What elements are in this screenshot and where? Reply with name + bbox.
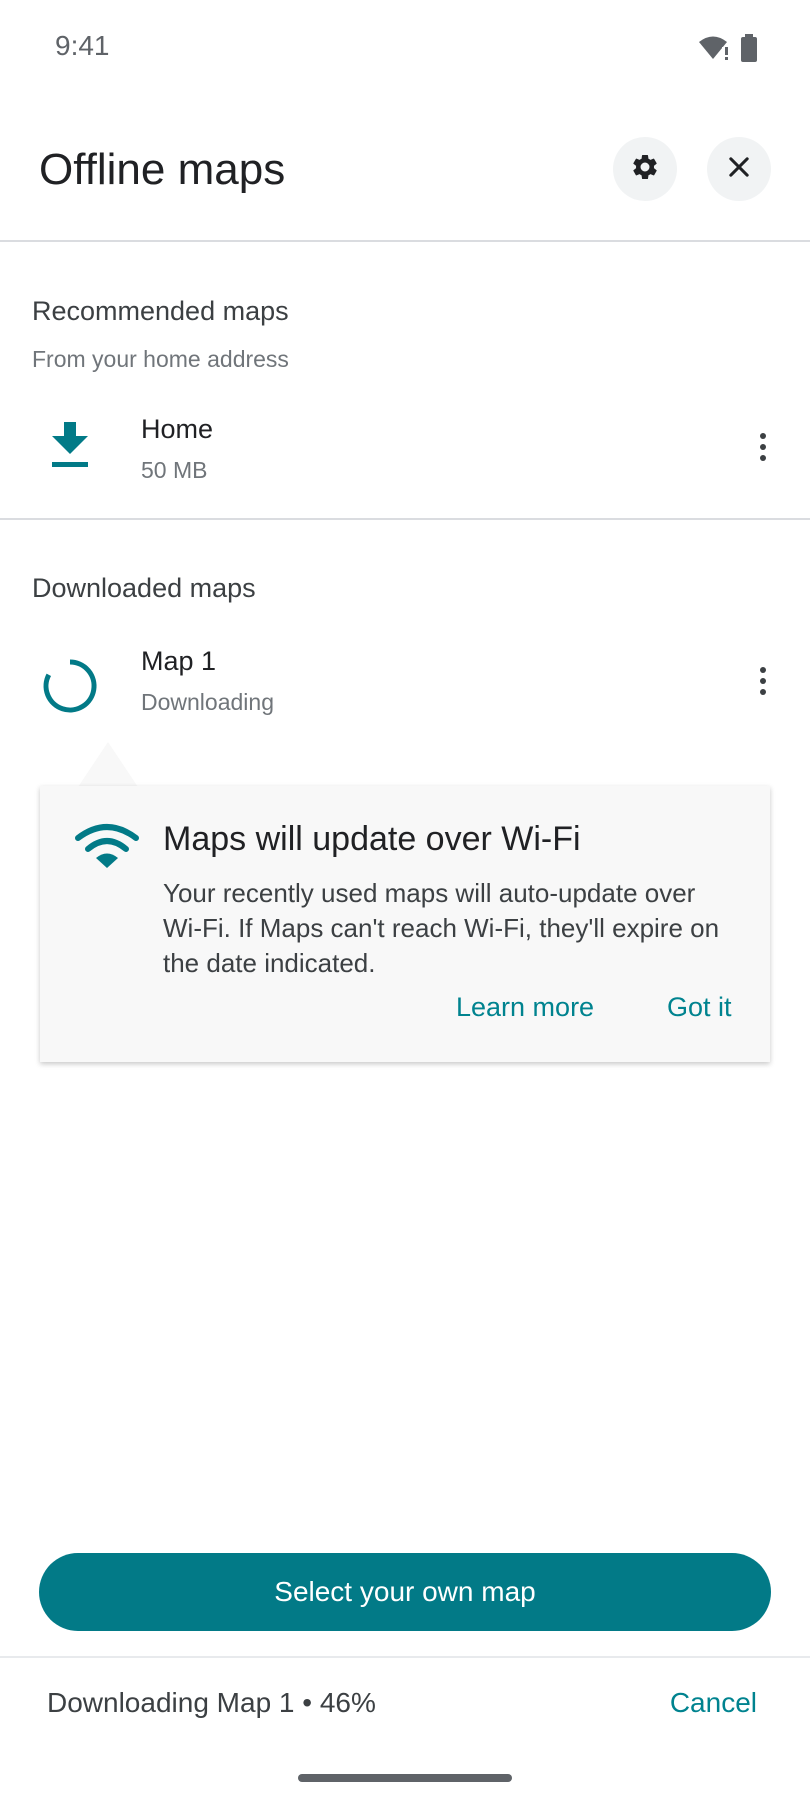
tooltip-body: Your recently used maps will auto-update… [163, 878, 720, 978]
page-title: Offline maps [39, 145, 286, 194]
status-time: 9:41 [55, 30, 110, 61]
map-name: Map 1 [141, 646, 217, 676]
more-options-button[interactable] [743, 661, 783, 701]
close-icon [725, 153, 753, 186]
cancel-button[interactable]: Cancel [670, 1687, 757, 1719]
section-divider [0, 518, 810, 520]
battery-icon [740, 34, 758, 67]
close-button[interactable] [707, 137, 771, 201]
settings-button[interactable] [613, 137, 677, 201]
dot [760, 667, 766, 673]
dot [760, 433, 766, 439]
status-icons [698, 34, 758, 67]
header-divider [0, 240, 810, 242]
got-it-button[interactable]: Got it [667, 992, 732, 1023]
dot [760, 678, 766, 684]
download-icon [50, 422, 90, 475]
map-name: Home [141, 414, 214, 444]
downloaded-maps-title: Downloaded maps [32, 573, 256, 603]
list-item-map-1[interactable]: Map 1 Downloading [0, 634, 810, 744]
more-options-button[interactable] [743, 427, 783, 467]
tooltip-arrow [78, 742, 138, 787]
select-own-map-button[interactable]: Select your own map [39, 1553, 771, 1631]
dot [760, 455, 766, 461]
map-size: 50 MB [141, 457, 208, 483]
tooltip-title: Maps will update over Wi-Fi [163, 820, 581, 858]
recommended-maps-subtitle: From your home address [32, 346, 289, 372]
dot [760, 444, 766, 450]
download-status-text: Downloading Map 1 • 46% [47, 1687, 376, 1718]
dot [760, 689, 766, 695]
home-indicator[interactable] [298, 1774, 512, 1782]
recommended-maps-title: Recommended maps [32, 296, 289, 326]
wifi-icon [698, 35, 728, 66]
gear-icon [630, 152, 660, 187]
list-item-home[interactable]: Home 50 MB [0, 400, 810, 510]
wifi-update-tooltip: Maps will update over Wi-Fi Your recentl… [40, 786, 770, 1062]
wifi-icon [74, 822, 140, 875]
progress-spinner-icon [42, 658, 98, 719]
map-status: Downloading [141, 689, 274, 715]
learn-more-link[interactable]: Learn more [456, 992, 594, 1023]
